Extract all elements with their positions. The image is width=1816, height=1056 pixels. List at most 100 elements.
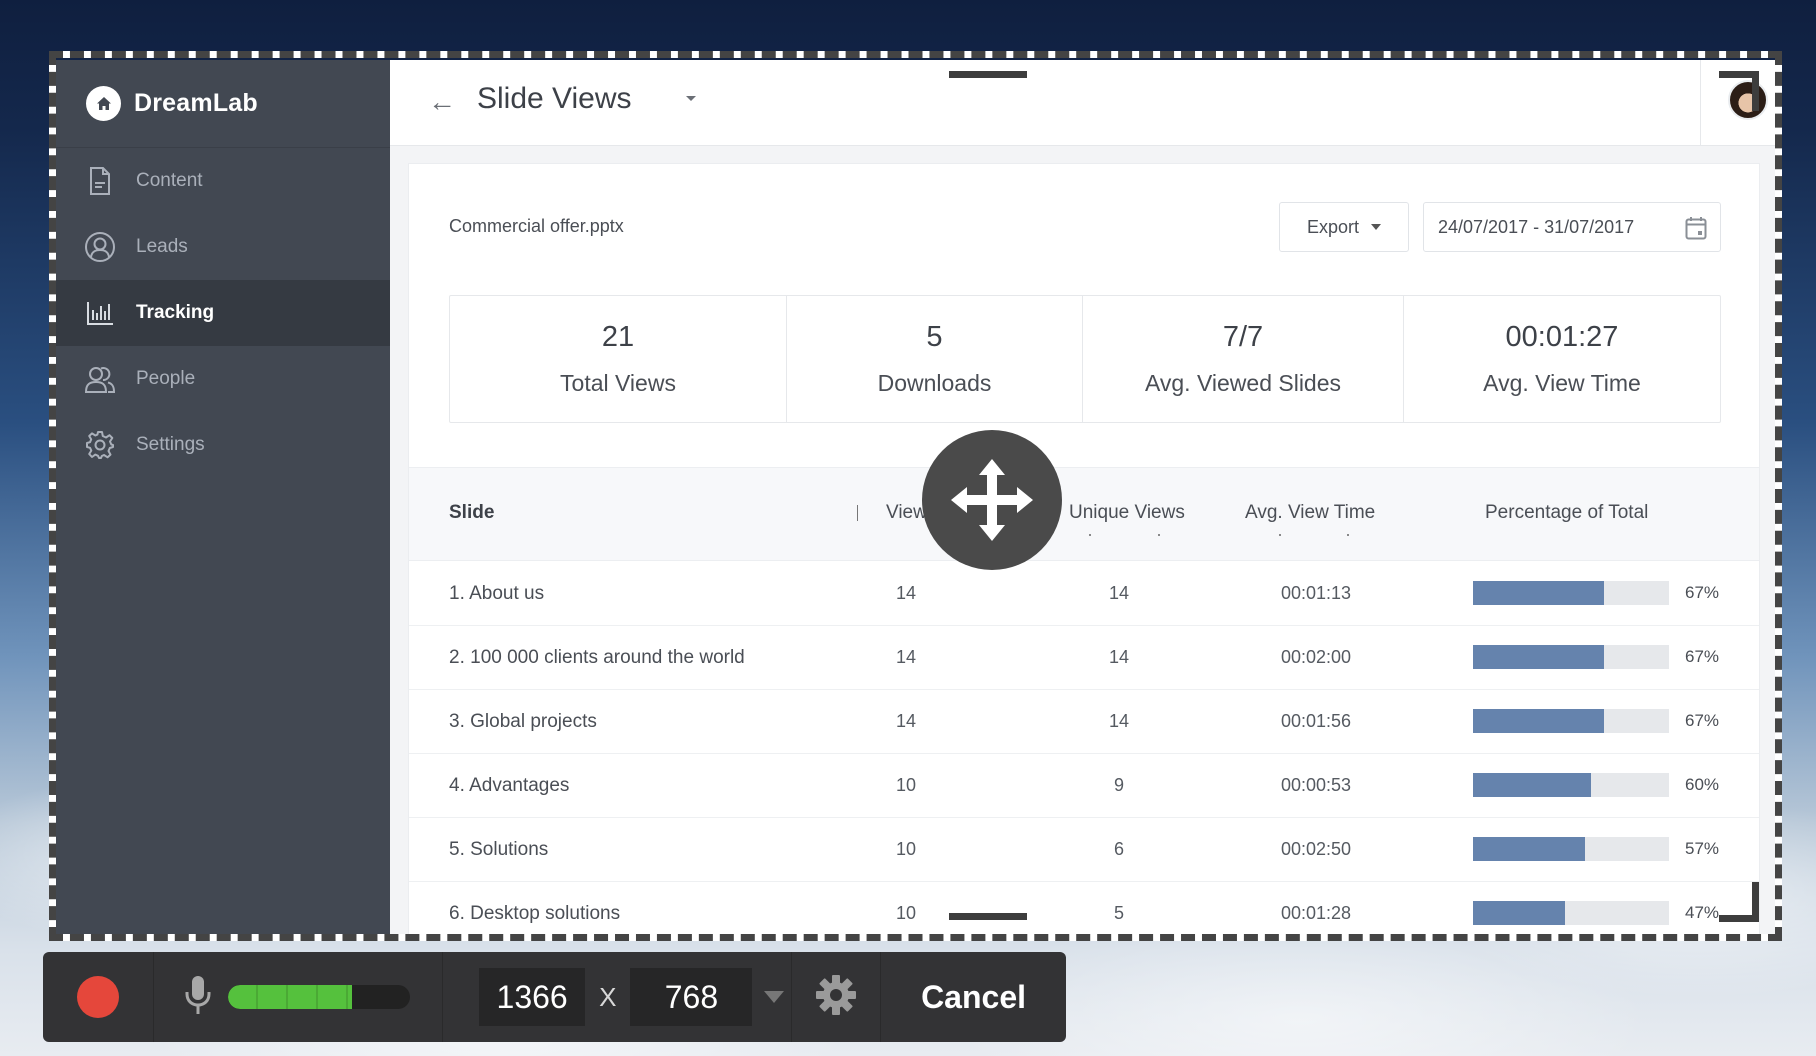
sidebar-item-settings[interactable]: Settings xyxy=(56,412,390,478)
sidebar-item-label: Settings xyxy=(136,434,205,455)
stats-summary: 21 Total Views 5 Downloads 7/7 Avg. View… xyxy=(449,295,1721,423)
table-row[interactable]: 6. Desktop solutions 10 5 00:01:28 47% xyxy=(409,882,1759,938)
cell-slide: 1. About us xyxy=(449,583,545,604)
cell-slide: 5. Solutions xyxy=(449,839,549,860)
sort-indicator xyxy=(1089,534,1091,536)
stat-label: Total Views xyxy=(560,370,676,396)
cell-percentage: 47% xyxy=(1685,903,1720,922)
stat-downloads: 5 Downloads xyxy=(787,296,1083,422)
cell-slide: 3. Global projects xyxy=(449,711,597,732)
page-title[interactable]: Slide Views xyxy=(477,82,632,116)
cell-percentage: 60% xyxy=(1685,775,1720,794)
cell-avg-view-time: 00:02:50 xyxy=(1281,839,1352,859)
main-content: ← Slide Views Commercial offer.pptx Expo… xyxy=(390,60,1778,938)
stat-value: 7/7 xyxy=(1222,321,1264,353)
sidebar-item-tracking[interactable]: Tracking xyxy=(56,280,390,346)
home-icon xyxy=(86,86,121,121)
cell-slide: 2. 100 000 clients around the world xyxy=(449,647,745,668)
resize-handle-top[interactable] xyxy=(949,71,1027,78)
sidebar-item-content[interactable]: Content xyxy=(56,148,390,214)
move-handle[interactable] xyxy=(922,430,1062,570)
resize-handle-bottom-right[interactable] xyxy=(1719,882,1759,922)
chevron-down-icon[interactable] xyxy=(764,991,785,1003)
record-button[interactable] xyxy=(77,976,120,1018)
move-arrows-icon xyxy=(951,459,1033,541)
divider xyxy=(1700,60,1701,146)
table-row[interactable]: 2. 100 000 clients around the world 14 14 0… xyxy=(409,626,1759,690)
cell-views: 14 xyxy=(896,711,917,731)
cell-unique-views: 9 xyxy=(1114,775,1125,795)
topbar: ← Slide Views xyxy=(390,60,1778,146)
cancel-button[interactable]: Cancel xyxy=(881,979,1066,1016)
cell-unique-views: 6 xyxy=(1114,839,1125,859)
stat-value: 00:01:27 xyxy=(1505,321,1619,353)
recorder-toolbar: 1366 X 768 Cancel xyxy=(43,952,1066,1042)
sidebar-item-leads[interactable]: Leads xyxy=(56,214,390,280)
stat-avg-view-time: 00:01:27 Avg. View Time xyxy=(1404,296,1720,422)
column-header-slide[interactable]: Slide xyxy=(449,502,494,524)
sort-indicator xyxy=(1158,534,1160,536)
audio-section xyxy=(154,952,444,1042)
table-header: Slide Views Unique Views Avg. View Time … xyxy=(409,467,1759,561)
cell-unique-views: 14 xyxy=(1109,647,1130,667)
column-header-unique-views[interactable]: Unique Views xyxy=(1069,502,1185,524)
stat-value: 21 xyxy=(601,321,635,353)
cell-percentage: 67% xyxy=(1685,583,1720,602)
cell-slide: 6. Desktop solutions xyxy=(449,903,621,924)
cell-unique-views: 14 xyxy=(1109,583,1130,603)
cell-views: 14 xyxy=(896,647,917,667)
app-window: DreamLab Content Leads Tracking People S… xyxy=(56,60,1778,938)
gear-icon[interactable] xyxy=(814,973,858,1022)
percentage-bar xyxy=(1473,645,1669,669)
microphone-icon[interactable] xyxy=(184,974,212,1021)
stat-label: Downloads xyxy=(877,370,992,396)
percentage-bar-fill xyxy=(1473,645,1605,669)
stat-avg-viewed-slides: 7/7 Avg. Viewed Slides xyxy=(1083,296,1404,422)
bar-chart-icon xyxy=(84,297,116,329)
cell-avg-view-time: 00:02:00 xyxy=(1281,647,1352,667)
percentage-bar-fill xyxy=(1473,901,1566,925)
brand-name: DreamLab xyxy=(134,89,258,117)
table-row[interactable]: 3. Global projects 14 14 00:01:56 67% xyxy=(409,690,1759,754)
sidebar-item-people[interactable]: People xyxy=(56,346,390,412)
gear-icon xyxy=(84,429,116,461)
resize-handle-top-right[interactable] xyxy=(1719,71,1759,111)
date-range-picker[interactable]: 24/07/2017 - 31/07/2017 xyxy=(1423,202,1721,252)
chevron-down-icon[interactable] xyxy=(686,96,696,101)
table-row[interactable]: 4. Advantages 10 9 00:00:53 60% xyxy=(409,754,1759,818)
date-range-value: 24/07/2017 - 31/07/2017 xyxy=(1438,216,1635,237)
document-icon xyxy=(84,165,116,197)
height-input[interactable]: 768 xyxy=(630,968,753,1026)
percentage-bar xyxy=(1473,581,1669,605)
dimension-separator: X xyxy=(599,981,617,1012)
width-input[interactable]: 1366 xyxy=(479,968,586,1026)
sort-indicator xyxy=(1279,534,1281,536)
table-row[interactable]: 5. Solutions 10 6 00:02:50 57% xyxy=(409,818,1759,882)
stat-label: Avg. Viewed Slides xyxy=(1144,370,1342,396)
cell-views: 10 xyxy=(896,903,917,923)
percentage-bar-fill xyxy=(1473,581,1605,605)
stat-label: Avg. View Time xyxy=(1483,370,1641,396)
cell-avg-view-time: 00:01:13 xyxy=(1281,583,1352,603)
percentage-bar xyxy=(1473,709,1669,733)
mic-level-meter xyxy=(228,985,411,1009)
chevron-down-icon xyxy=(1371,224,1382,230)
percentage-bar xyxy=(1473,901,1669,925)
column-header-percentage[interactable]: Percentage of Total xyxy=(1485,502,1648,524)
back-arrow-icon[interactable]: ← xyxy=(428,86,456,118)
column-header-avg-view-time[interactable]: Avg. View Time xyxy=(1245,502,1375,524)
cell-percentage: 57% xyxy=(1685,839,1720,858)
stat-value: 5 xyxy=(926,321,943,353)
export-label: Export xyxy=(1306,216,1360,237)
sidebar: DreamLab Content Leads Tracking People S… xyxy=(56,60,390,938)
cell-unique-views: 14 xyxy=(1109,711,1130,731)
cell-unique-views: 5 xyxy=(1114,903,1125,923)
column-resize-handle[interactable] xyxy=(857,505,858,521)
resize-handle-bottom[interactable] xyxy=(949,913,1027,920)
brand[interactable]: DreamLab xyxy=(56,60,390,148)
table-row[interactable]: 1. About us 14 14 00:01:13 67% xyxy=(409,562,1759,626)
export-button[interactable]: Export xyxy=(1279,202,1409,252)
mic-level-fill xyxy=(228,985,353,1009)
percentage-bar xyxy=(1473,837,1669,861)
dimensions-section: 1366 X 768 xyxy=(443,952,792,1042)
